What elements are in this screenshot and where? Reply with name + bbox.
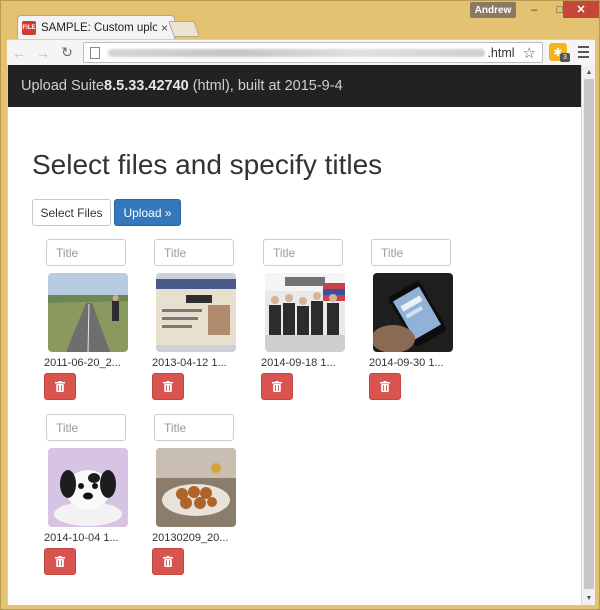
card-photo (156, 273, 236, 352)
page-icon (90, 46, 100, 59)
file-name: 2013-04-12 1... (152, 357, 227, 369)
scroll-thumb[interactable] (584, 79, 594, 589)
file-name: 2014-09-18 1... (261, 357, 336, 369)
browser-window: FILE SAMPLE: Custom upload l × Andrew – … (0, 0, 600, 610)
trash-icon (272, 381, 282, 392)
close-window-button[interactable]: ✕ (563, 1, 599, 18)
extension-badge: 3 (560, 53, 570, 62)
scroll-down-arrow-icon[interactable]: ▼ (584, 593, 594, 603)
back-arrow-icon[interactable]: ← (7, 42, 31, 64)
file-item: 20130209_20... (152, 414, 244, 584)
navbar-version: 8.5.33.42740 (104, 78, 189, 94)
title-input[interactable] (46, 414, 126, 441)
file-thumbnail (156, 273, 236, 352)
page-title: Select files and specify titles (32, 149, 383, 180)
file-name: 2014-10-04 1... (44, 532, 119, 544)
dog-photo (48, 448, 128, 527)
delete-button[interactable] (152, 548, 184, 575)
file-thumbnail (48, 273, 128, 352)
delete-button[interactable] (369, 373, 401, 400)
url-text: .html (487, 45, 515, 60)
delete-button[interactable] (152, 373, 184, 400)
browser-toolbar: ← → ↻ .html ☆ ✱ 3 (7, 39, 595, 65)
title-input[interactable] (263, 239, 343, 266)
trash-icon (55, 381, 65, 392)
file-thumbnail (265, 273, 345, 352)
user-profile-badge[interactable]: Andrew (470, 2, 516, 18)
file-name: 20130209_20... (152, 532, 229, 544)
favicon-icon: FILE (22, 20, 36, 35)
file-item: 2014-09-18 1... (261, 239, 353, 409)
browser-tab[interactable]: FILE SAMPLE: Custom upload l × (17, 15, 175, 39)
scroll-up-arrow-icon[interactable]: ▲ (584, 67, 594, 77)
file-thumbnail (156, 448, 236, 527)
file-name: 2014-09-30 1... (369, 357, 444, 369)
page-viewport: Upload Suite 8.5.33.42740 (html), built … (7, 65, 581, 605)
forward-arrow-icon[interactable]: → (31, 42, 55, 64)
file-thumbnail (48, 448, 128, 527)
vertical-scrollbar[interactable]: ▲ ▼ (581, 65, 595, 605)
reload-icon[interactable]: ↻ (55, 42, 79, 64)
minimize-button[interactable]: – (521, 1, 547, 18)
trash-icon (55, 556, 65, 567)
blurred-url (108, 48, 486, 57)
food-photo (156, 448, 236, 527)
title-input[interactable] (371, 239, 451, 266)
bookmark-star-icon[interactable]: ☆ (523, 44, 536, 62)
trash-icon (163, 556, 173, 567)
trash-icon (163, 381, 173, 392)
delete-button[interactable] (44, 548, 76, 575)
delete-button[interactable] (261, 373, 293, 400)
file-thumbnail (373, 273, 453, 352)
road-photo (48, 273, 128, 352)
menu-icon[interactable] (575, 44, 591, 60)
file-item: 2011-06-20_2... (44, 239, 136, 409)
upload-button[interactable]: Upload » (114, 199, 181, 226)
tab-close-icon[interactable]: × (161, 21, 168, 35)
trash-icon (380, 381, 390, 392)
title-input[interactable] (154, 239, 234, 266)
title-input[interactable] (154, 414, 234, 441)
file-name: 2011-06-20_2... (44, 357, 121, 369)
address-bar[interactable]: .html ☆ (83, 42, 543, 63)
file-item: 2014-10-04 1... (44, 414, 136, 584)
tab-title: SAMPLE: Custom upload l (41, 21, 157, 34)
select-files-button[interactable]: Select Files (32, 199, 111, 226)
file-item: 2013-04-12 1... (152, 239, 244, 409)
group-photo (265, 273, 345, 352)
new-tab-button[interactable] (168, 21, 200, 37)
navbar-prefix: Upload Suite (21, 78, 105, 94)
navbar-suffix: (html), built at 2015-9-4 (188, 78, 343, 94)
top-navbar: Upload Suite 8.5.33.42740 (html), built … (8, 65, 581, 107)
phone-photo (373, 273, 453, 352)
title-input[interactable] (46, 239, 126, 266)
file-item: 2014-09-30 1... (369, 239, 461, 409)
tab-strip: FILE SAMPLE: Custom upload l × (7, 15, 447, 39)
delete-button[interactable] (44, 373, 76, 400)
